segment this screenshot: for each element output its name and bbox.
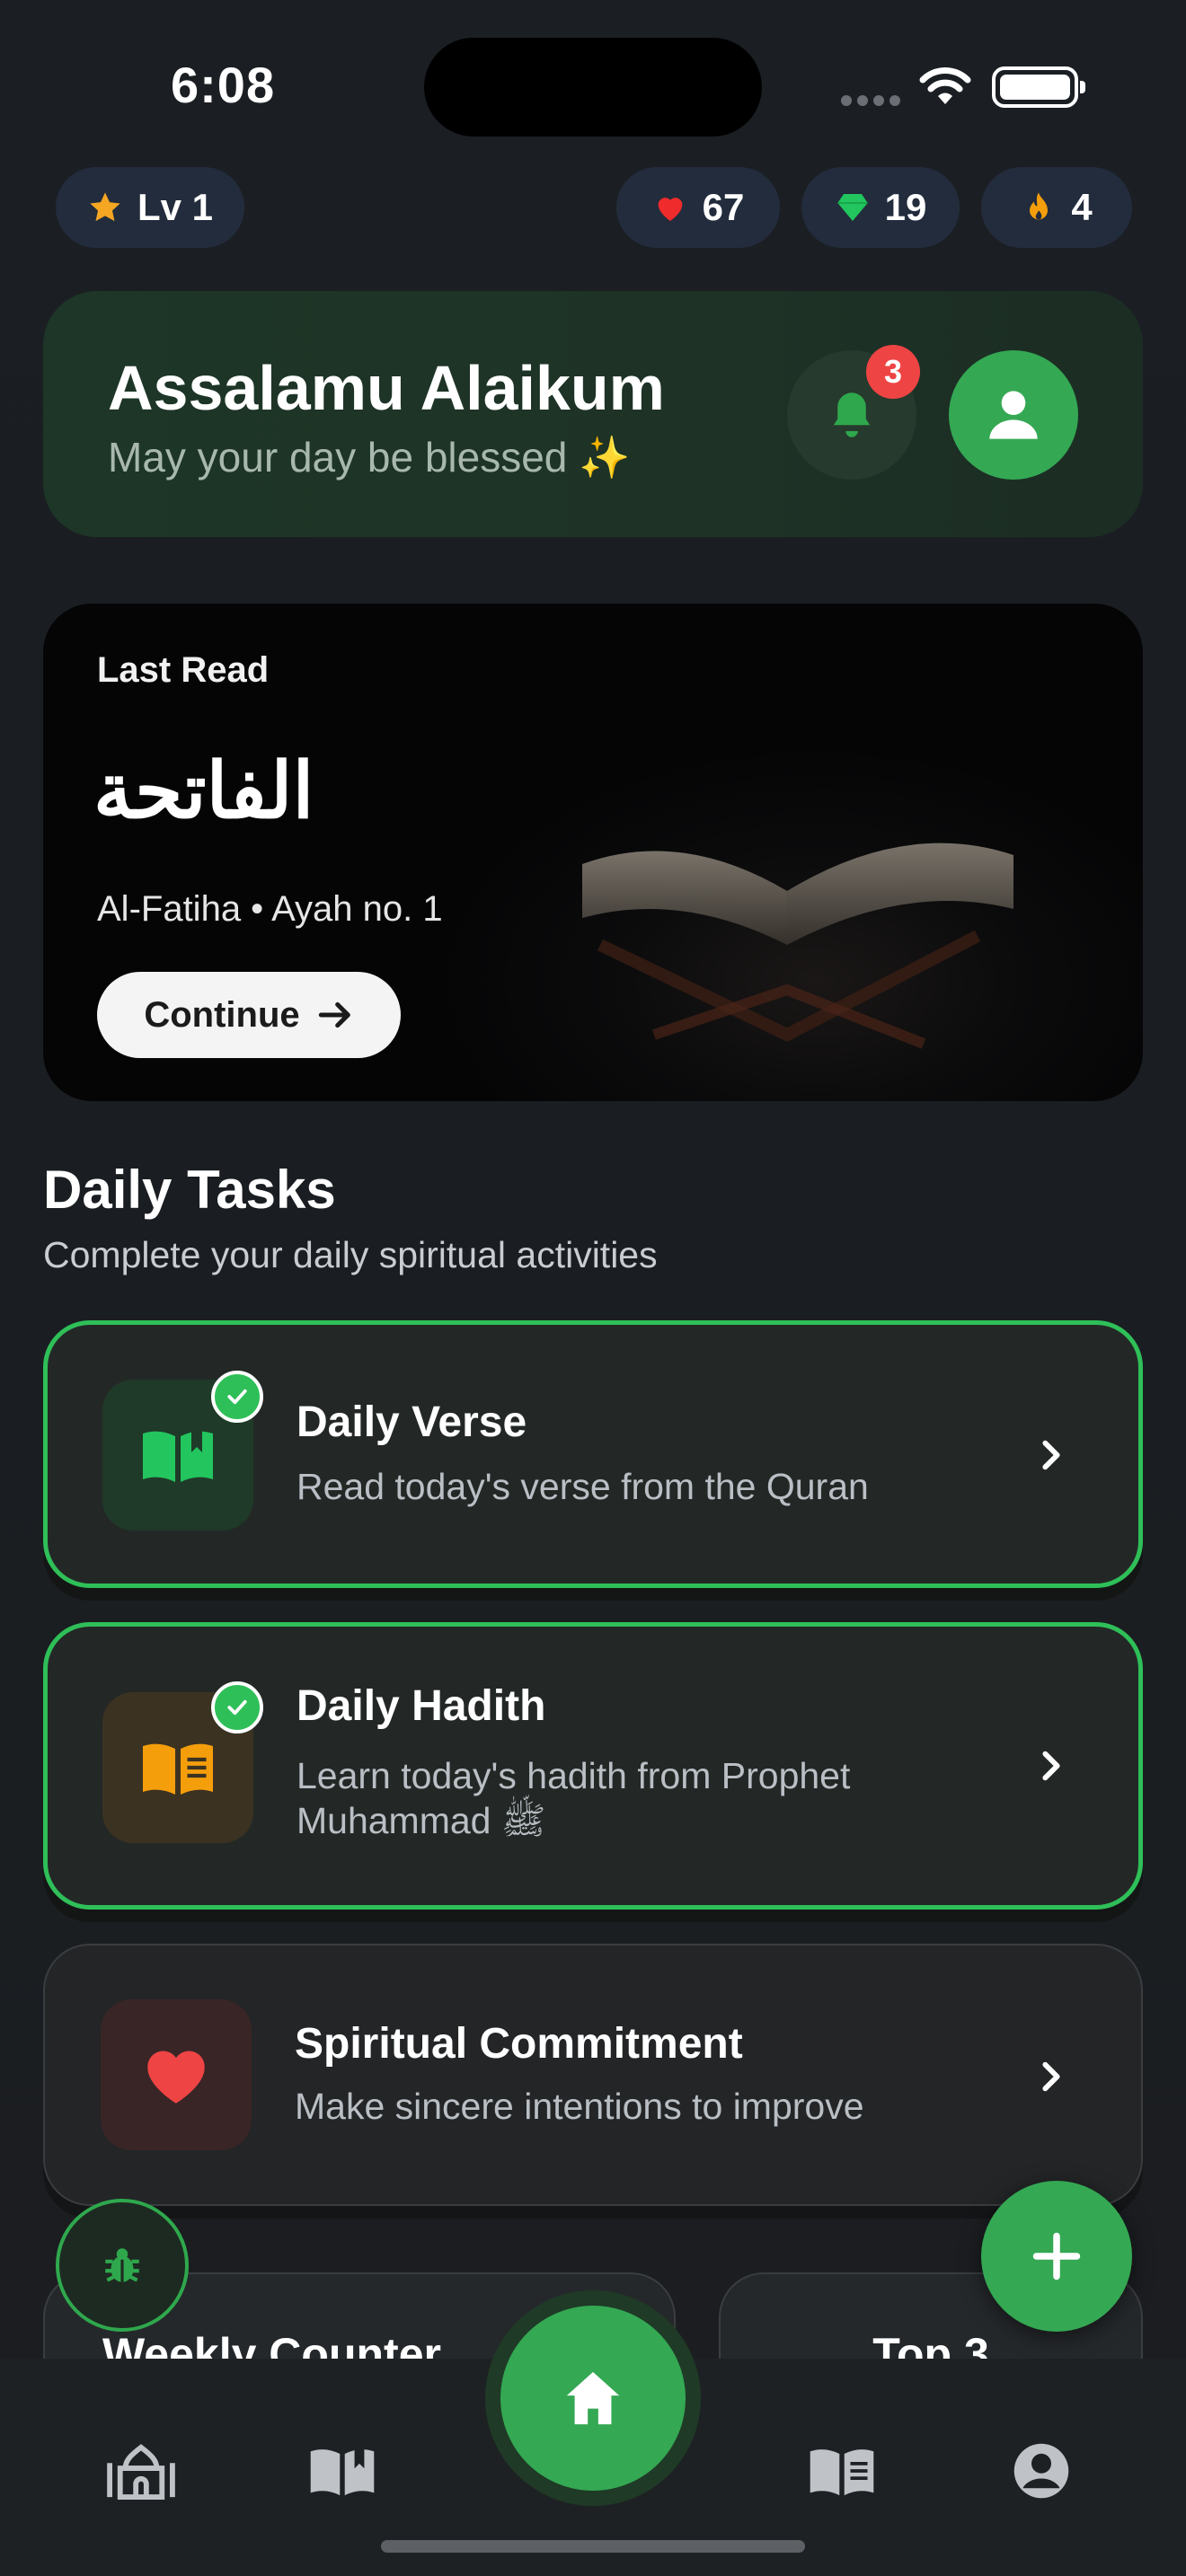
flame-icon: [1030, 192, 1049, 220]
nav-mosque[interactable]: [101, 2430, 181, 2511]
continue-label: Continue: [144, 994, 300, 1035]
task-title: Daily Hadith: [296, 1682, 546, 1730]
debug-button[interactable]: [56, 2199, 189, 2332]
greeting-title: Assalamu Alaikum: [108, 353, 665, 423]
hearts-value: 67: [702, 186, 745, 228]
task-title: Spiritual Commitment: [295, 2020, 743, 2068]
dynamic-island: [424, 38, 762, 137]
level-value: Lv 1: [137, 186, 214, 228]
streak-value: 4: [1071, 186, 1093, 228]
star-icon: [90, 192, 120, 222]
arrow-right-icon: [318, 1001, 350, 1028]
wifi-icon: [918, 65, 972, 110]
notification-badge: 3: [866, 345, 920, 399]
battery-icon: [992, 66, 1085, 108]
book-lines-icon: [143, 1743, 213, 1795]
gems-value: 19: [884, 186, 927, 228]
daily-tasks-title: Daily Tasks: [43, 1160, 336, 1220]
task-description: Read today's verse from the Quran: [296, 1466, 869, 1507]
hearts-pill[interactable]: 67: [616, 167, 780, 248]
status-time: 6:08: [171, 57, 276, 113]
level-pill[interactable]: Lv 1: [56, 167, 244, 248]
quran-icon: [310, 2448, 375, 2496]
heart-icon: [658, 198, 682, 221]
quran-book-illustration: [582, 842, 1013, 1049]
book-open-icon: [143, 1431, 213, 1482]
heart-icon: [147, 2051, 205, 2104]
user-icon: [989, 391, 1038, 439]
book-icon: [810, 2449, 874, 2496]
chevron-right-icon: [1042, 1440, 1060, 1470]
spiritual-commitment-icon-tile: [101, 1999, 252, 2150]
task-description: Learn today's hadith from Prophet Muhamm…: [296, 1755, 851, 1841]
gems-pill[interactable]: 19: [801, 167, 960, 248]
nav-quran[interactable]: [302, 2430, 383, 2511]
chevron-right-icon: [1042, 1751, 1060, 1781]
nav-home[interactable]: [485, 2290, 701, 2506]
greeting-subtitle: May your day be blessed ✨: [108, 434, 631, 481]
profile-button[interactable]: [949, 350, 1078, 480]
task-title: Daily Verse: [296, 1398, 527, 1446]
completed-check-icon: [211, 1371, 263, 1423]
gem-icon: [836, 194, 868, 221]
plus-icon: [1032, 2232, 1081, 2280]
chevron-right-icon: [1042, 2061, 1060, 2092]
streak-pill[interactable]: 4: [981, 167, 1132, 248]
last-read-meta: Al-Fatiha • Ayah no. 1: [97, 889, 443, 929]
profile-icon: [1013, 2443, 1069, 2499]
nav-profile[interactable]: [1001, 2430, 1082, 2511]
home-icon: [566, 2371, 620, 2425]
last-read-label: Last Read: [97, 650, 270, 690]
daily-tasks-subtitle: Complete your daily spiritual activities: [43, 1234, 658, 1275]
bug-icon: [105, 2248, 139, 2282]
cellular-signal-icon: [841, 95, 900, 106]
home-indicator: [381, 2540, 805, 2553]
bell-icon: [833, 393, 871, 437]
add-button[interactable]: [981, 2181, 1132, 2332]
continue-button[interactable]: Continue: [97, 972, 401, 1058]
surah-arabic-name: الفاتحة: [93, 745, 314, 836]
task-description: Make sincere intentions to improve: [295, 2086, 864, 2127]
nav-reading[interactable]: [801, 2430, 882, 2511]
mosque-icon: [107, 2444, 175, 2500]
completed-check-icon: [211, 1681, 263, 1734]
